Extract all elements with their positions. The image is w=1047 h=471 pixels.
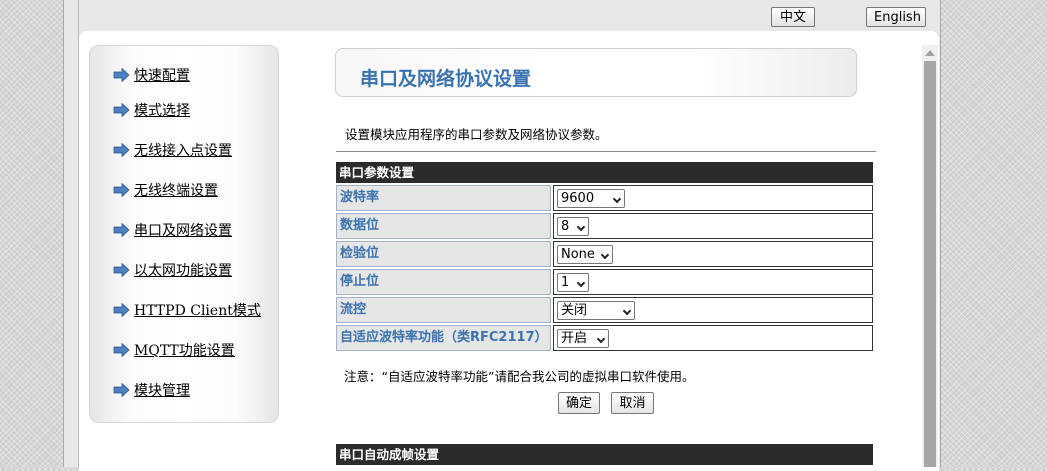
arrow-right-icon: [113, 68, 130, 82]
sidebar-item-mode-select[interactable]: 模式选择: [113, 100, 190, 120]
settings-row-parity: 检验位 None: [336, 241, 874, 269]
data-bits-cell: 8: [553, 213, 873, 239]
sidebar-item-label: 以太网功能设置: [134, 263, 232, 279]
parity-value: None: [561, 247, 595, 262]
settings-row-stop-bits: 停止位 1: [336, 269, 874, 297]
sidebar-item-label: 模式选择: [134, 103, 190, 119]
baud-rate-label: 波特率: [336, 185, 551, 211]
stop-bits-value: 1: [561, 275, 570, 290]
cancel-button[interactable]: 取消: [611, 392, 654, 414]
parity-select[interactable]: None: [557, 245, 613, 264]
sidebar-item-label: MQTT功能设置: [134, 343, 235, 359]
settings-row-data-bits: 数据位 8: [336, 213, 874, 241]
chevron-down-icon: [600, 250, 610, 260]
arrow-right-icon: [113, 263, 130, 277]
description-divider: [336, 151, 876, 152]
sidebar-item-wireless-station[interactable]: 无线终端设置: [113, 180, 218, 200]
parity-cell: None: [553, 241, 873, 267]
sidebar-item-label: HTTPD Client模式: [134, 303, 261, 319]
auto-baud-cell: 开启: [553, 325, 873, 351]
vertical-scrollbar[interactable]: [922, 45, 938, 467]
chevron-down-icon: [596, 334, 606, 344]
parity-label: 检验位: [336, 241, 551, 267]
arrow-right-icon: [113, 343, 130, 357]
flow-control-label: 流控: [336, 297, 551, 323]
auto-baud-select[interactable]: 开启: [557, 329, 609, 348]
arrow-right-icon: [113, 183, 130, 197]
settings-row-flow-control: 流控 关闭: [336, 297, 874, 325]
sidebar-item-wireless-ap[interactable]: 无线接入点设置: [113, 140, 232, 160]
flow-control-select[interactable]: 关闭: [557, 301, 635, 320]
baud-rate-cell: 9600: [553, 185, 873, 211]
stop-bits-label: 停止位: [336, 269, 551, 295]
lang-chinese-button[interactable]: 中文: [771, 7, 815, 27]
flow-control-value: 关闭: [561, 303, 588, 318]
auto-baud-label: 自适应波特率功能（类RFC2117）: [336, 325, 551, 351]
stop-bits-select[interactable]: 1: [557, 273, 589, 292]
chevron-down-icon: [576, 222, 586, 232]
stop-bits-cell: 1: [553, 269, 873, 295]
confirm-button[interactable]: 确定: [558, 392, 600, 414]
sidebar-item-module-management[interactable]: 模块管理: [113, 380, 190, 400]
baud-rate-select[interactable]: 9600: [557, 189, 625, 208]
sidebar-item-label: 无线终端设置: [134, 183, 218, 199]
auto-baud-value: 开启: [561, 331, 588, 346]
auto-baud-note: 注意：“自适应波特率功能”请配合我公司的虚拟串口软件使用。: [344, 369, 695, 384]
sidebar-item-mqtt[interactable]: MQTT功能设置: [113, 340, 235, 360]
settings-row-baud-rate: 波特率 9600: [336, 185, 874, 213]
chevron-down-icon: [612, 194, 622, 204]
flow-control-cell: 关闭: [553, 297, 873, 323]
scroll-thumb[interactable]: [924, 61, 936, 467]
sidebar-item-label: 快速配置: [134, 68, 190, 84]
serial-section-header: 串口参数设置: [336, 162, 873, 183]
page-title: 串口及网络协议设置: [360, 68, 532, 90]
arrow-right-icon: [113, 303, 130, 317]
scroll-up-arrow-icon[interactable]: [925, 50, 935, 56]
arrow-right-icon: [113, 223, 130, 237]
data-bits-select[interactable]: 8: [557, 217, 589, 236]
lang-english-button[interactable]: English: [866, 7, 926, 27]
arrow-right-icon: [113, 143, 130, 157]
sidebar-item-serial-network[interactable]: 串口及网络设置: [113, 220, 232, 240]
sidebar-item-label: 无线接入点设置: [134, 143, 232, 159]
page-title-box: 串口及网络协议设置: [335, 48, 857, 97]
arrow-right-icon: [113, 383, 130, 397]
data-bits-label: 数据位: [336, 213, 551, 239]
frame-section-header: 串口自动成帧设置: [336, 444, 873, 465]
sidebar-item-httpd-client[interactable]: HTTPD Client模式: [113, 300, 261, 320]
sidebar-nav: 快速配置 模式选择 无线接入点设置 无线终端设置 串口及网络设置 以太网功能设置…: [89, 45, 279, 423]
sidebar-item-quick-config[interactable]: 快速配置: [113, 65, 190, 85]
sidebar-item-label: 模块管理: [134, 383, 190, 399]
data-bits-value: 8: [561, 219, 570, 234]
baud-rate-value: 9600: [561, 191, 595, 206]
sidebar-item-label: 串口及网络设置: [134, 223, 232, 239]
settings-row-auto-baud: 自适应波特率功能（类RFC2117） 开启: [336, 325, 874, 353]
page-description: 设置模块应用程序的串口参数及网络协议参数。: [345, 127, 608, 142]
sidebar-item-ethernet[interactable]: 以太网功能设置: [113, 260, 232, 280]
arrow-right-icon: [113, 103, 130, 117]
chevron-down-icon: [576, 278, 586, 288]
chevron-down-icon: [622, 306, 632, 316]
